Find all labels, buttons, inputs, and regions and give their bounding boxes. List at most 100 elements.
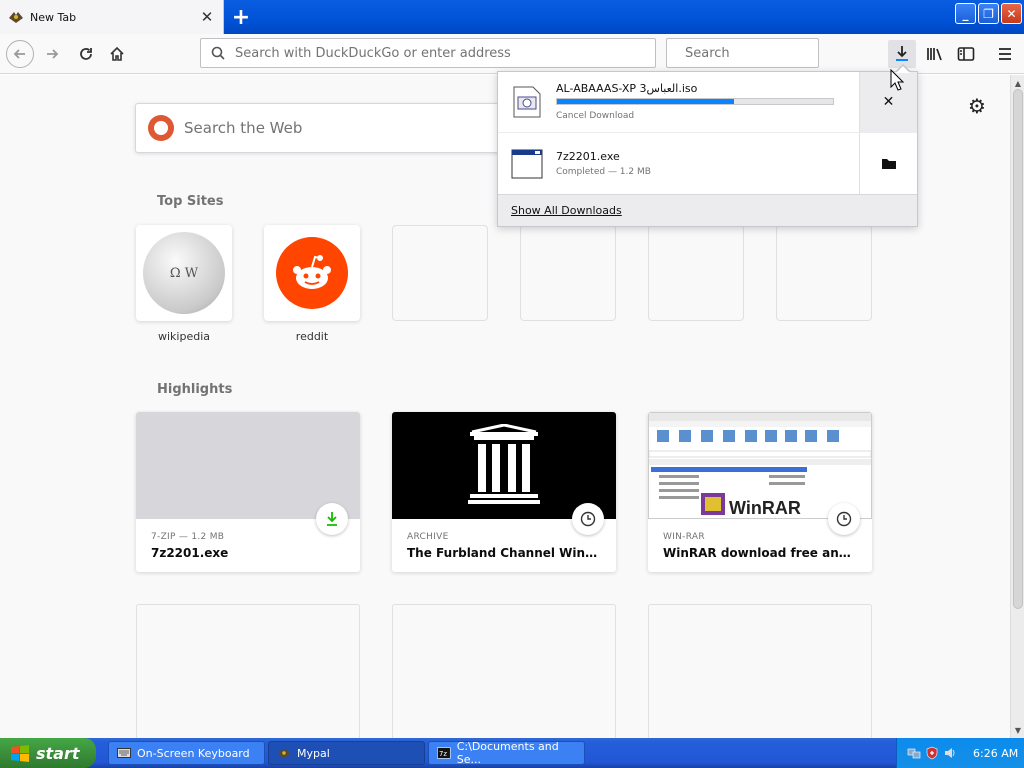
- volume-icon[interactable]: [943, 746, 957, 760]
- taskbar-item-label: C:\Documents and Se...: [456, 740, 559, 766]
- top-site-empty: [776, 225, 872, 321]
- reload-icon: [80, 48, 92, 60]
- url-bar[interactable]: [200, 38, 656, 68]
- highlight-card-7zip[interactable]: 7-ZIP — 1.2 MB 7z2201.exe: [136, 412, 360, 572]
- folder-icon: [881, 159, 896, 169]
- arrow-left-icon: [13, 49, 25, 59]
- top-site-label: reddit: [295, 330, 329, 343]
- downloads-panel: AL-ABAAAS-XP العباس3.iso Cancel Download…: [497, 71, 918, 227]
- title-bar: New Tab ✕ + _ ❐ ✕: [0, 0, 1024, 34]
- download-filename: AL-ABAAAS-XP العباس3.iso: [556, 82, 698, 95]
- system-tray: 6:26 AM: [896, 738, 1024, 768]
- tab-title: New Tab: [30, 10, 77, 24]
- tab-new-tab[interactable]: New Tab ✕: [0, 0, 224, 34]
- top-site-empty: [648, 225, 744, 321]
- sidebar-button[interactable]: [952, 40, 980, 68]
- highlight-context: ARCHIVE: [407, 532, 449, 542]
- library-icon: [927, 48, 942, 61]
- new-tab-button[interactable]: +: [228, 4, 254, 30]
- duckduckgo-logo-icon: [148, 115, 174, 141]
- cancel-download-button[interactable]: ✕: [859, 72, 917, 132]
- start-label: start: [36, 743, 80, 763]
- taskbar-item-on-screen-keyboard[interactable]: On-Screen Keyboard: [108, 741, 265, 765]
- security-shield-icon[interactable]: [925, 746, 939, 760]
- close-window-button[interactable]: ✕: [1001, 3, 1022, 24]
- clock: 6:26 AM: [973, 746, 1019, 760]
- clock-icon: [572, 503, 604, 535]
- windows-logo-icon: [11, 745, 29, 762]
- download-progress-fill: [557, 99, 734, 104]
- sidebar-icon: [957, 47, 975, 61]
- top-site-wikipedia[interactable]: Ω W wikipedia: [136, 225, 232, 343]
- top-site-empty: [520, 225, 616, 321]
- keyboard-icon: [117, 748, 131, 758]
- top-site-empty: [392, 225, 488, 321]
- highlight-card-archive[interactable]: ARCHIVE The Furbland Channel Windows…: [392, 412, 616, 572]
- forward-button[interactable]: [38, 40, 66, 68]
- clock-icon: [828, 503, 860, 535]
- highlight-placeholder: [648, 604, 872, 738]
- home-icon: [110, 46, 124, 61]
- library-button[interactable]: [921, 40, 949, 68]
- tab-close-icon[interactable]: ✕: [199, 8, 215, 26]
- start-button[interactable]: start: [0, 738, 96, 768]
- download-item-7z[interactable]: 7z2201.exe Completed — 1.2 MB: [498, 132, 917, 194]
- highlight-context: WIN-RAR: [663, 532, 705, 542]
- network-icon[interactable]: [907, 746, 921, 760]
- cancel-icon: ✕: [882, 94, 895, 110]
- search-input[interactable]: [685, 45, 855, 61]
- search-icon: [211, 46, 225, 60]
- hamburger-icon: [999, 48, 1011, 60]
- top-site-label: wikipedia: [157, 330, 210, 343]
- maximize-button[interactable]: ❐: [978, 3, 999, 24]
- reddit-logo-icon: [276, 237, 348, 309]
- home-button[interactable]: [103, 40, 131, 68]
- scroll-thumb[interactable]: [1013, 89, 1023, 609]
- top-site-reddit[interactable]: reddit: [264, 225, 360, 343]
- arrow-right-icon: [47, 49, 59, 59]
- taskbar-item-mypal[interactable]: Mypal: [268, 741, 425, 765]
- menu-button[interactable]: [991, 40, 1019, 68]
- highlight-placeholder: [392, 604, 616, 738]
- svg-text:WinRAR: WinRAR: [729, 498, 801, 518]
- mypal-icon: [278, 748, 290, 759]
- open-folder-button[interactable]: [859, 133, 917, 194]
- highlight-card-winrar[interactable]: WinRAR WIN-RAR WinRAR download free and …: [648, 412, 872, 572]
- download-icon: [316, 503, 348, 535]
- wikipedia-logo-icon: Ω W: [143, 232, 225, 314]
- highlight-title: 7z2201.exe: [151, 546, 229, 560]
- minimize-button[interactable]: _: [955, 3, 976, 24]
- back-button[interactable]: [6, 40, 34, 68]
- top-sites-title: Top Sites: [157, 194, 224, 209]
- page-scrollbar[interactable]: ▲ ▼: [1010, 75, 1024, 738]
- show-all-downloads-button[interactable]: Show All Downloads: [498, 194, 917, 226]
- scroll-down-arrow-icon[interactable]: ▼: [1012, 724, 1024, 736]
- taskbar-item-7zip[interactable]: 7z C:\Documents and Se...: [428, 740, 585, 766]
- download-status: Cancel Download: [556, 111, 635, 121]
- download-filename: 7z2201.exe: [556, 150, 620, 163]
- search-bar[interactable]: [666, 38, 855, 68]
- exe-file-icon: [511, 149, 543, 179]
- download-status: Completed — 1.2 MB: [556, 167, 651, 177]
- web-search-placeholder: Search the Web: [184, 119, 303, 137]
- highlight-placeholder: [136, 604, 360, 738]
- gear-icon[interactable]: ⚙: [964, 93, 990, 119]
- svg-text:7z: 7z: [439, 750, 447, 758]
- highlights-title: Highlights: [157, 382, 233, 397]
- iso-file-icon: [513, 86, 541, 118]
- download-progress-bar: [556, 98, 834, 105]
- web-search-box[interactable]: Search the Web: [135, 103, 515, 153]
- highlight-title: The Furbland Channel Windows…: [407, 546, 603, 560]
- highlight-context: 7-ZIP — 1.2 MB: [151, 532, 225, 542]
- url-input[interactable]: [235, 45, 655, 61]
- taskbar-item-label: On-Screen Keyboard: [137, 746, 250, 760]
- scroll-up-arrow-icon[interactable]: ▲: [1012, 77, 1024, 89]
- download-item-iso[interactable]: AL-ABAAAS-XP العباس3.iso Cancel Download…: [498, 72, 917, 132]
- reload-button[interactable]: [72, 40, 100, 68]
- mypal-icon: [9, 12, 23, 23]
- highlight-title: WinRAR download free and sup…: [663, 546, 859, 560]
- 7zip-icon: 7z: [437, 747, 451, 759]
- taskbar-item-label: Mypal: [297, 746, 330, 760]
- nav-bar: [0, 34, 1024, 74]
- taskbar: start On-Screen Keyboard Mypal 7z C:\Doc…: [0, 738, 1024, 768]
